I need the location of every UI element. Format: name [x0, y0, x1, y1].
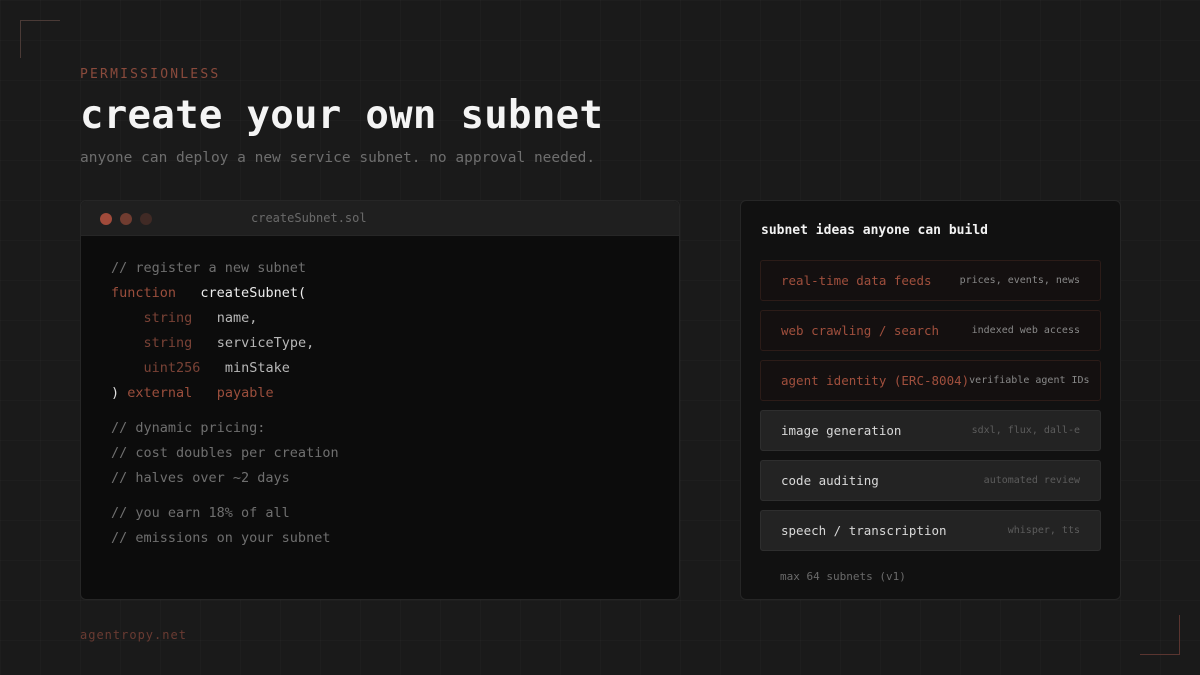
- window-maximize-dot[interactable]: [140, 213, 152, 225]
- code-line: // dynamic pricing:: [111, 416, 339, 441]
- idea-description: whisper, tts: [1007, 525, 1080, 536]
- corner-bracket-bottom-right: [1140, 615, 1180, 655]
- code-keyword: external: [127, 385, 193, 401]
- window-close-dot[interactable]: [100, 213, 112, 225]
- code-type: string: [143, 310, 193, 326]
- code-body: // register a new subnet function create…: [111, 256, 339, 551]
- code-type: uint256: [143, 360, 201, 376]
- code-comment: // you earn 18% of all: [111, 505, 290, 521]
- eyebrow-label: PERMISSIONLESS: [80, 67, 221, 82]
- code-comment: // emissions on your subnet: [111, 530, 331, 546]
- idea-name: real-time data feeds: [781, 273, 932, 288]
- idea-description: sdxl, flux, dall-e: [971, 425, 1080, 436]
- code-line: // halves over ~2 days: [111, 466, 339, 491]
- code-line: string name,: [111, 306, 339, 331]
- idea-name: speech / transcription: [781, 523, 947, 538]
- panel-title: subnet ideas anyone can build: [761, 223, 988, 238]
- idea-description: automated review: [983, 475, 1080, 486]
- code-param: serviceType,: [216, 335, 315, 351]
- idea-item-agent-identity: agent identity (ERC-8004) verifiable age…: [760, 360, 1101, 401]
- code-line: function createSubnet(: [111, 281, 339, 306]
- corner-bracket-top-left: [20, 20, 60, 58]
- code-file-name: createSubnet.sol: [251, 211, 367, 225]
- idea-description: indexed web access: [971, 325, 1080, 336]
- code-function-name: createSubnet(: [200, 285, 307, 301]
- code-line: string serviceType,: [111, 331, 339, 356]
- idea-name: image generation: [781, 423, 902, 438]
- idea-name: agent identity (ERC-8004): [781, 373, 970, 388]
- idea-item-code-auditing: code auditing automated review: [760, 460, 1101, 501]
- code-comment: // cost doubles per creation: [111, 445, 339, 461]
- code-keyword: payable: [216, 385, 274, 401]
- code-keyword: function: [111, 285, 177, 301]
- code-comment: // halves over ~2 days: [111, 470, 290, 486]
- idea-item-image-generation: image generation sdxl, flux, dall-e: [760, 410, 1101, 451]
- subnet-ideas-panel: subnet ideas anyone can build real-time …: [740, 200, 1121, 600]
- page-subtitle: anyone can deploy a new service subnet. …: [80, 150, 596, 166]
- panel-footer-note: max 64 subnets (v1): [780, 570, 906, 583]
- footer-url: agentropy.net: [80, 628, 187, 642]
- code-comment: // dynamic pricing:: [111, 420, 266, 436]
- code-comment: // register a new subnet: [111, 260, 307, 276]
- code-paren: ): [111, 385, 120, 401]
- code-window: createSubnet.sol // register a new subne…: [80, 200, 680, 600]
- code-param: name,: [216, 310, 258, 326]
- window-minimize-dot[interactable]: [120, 213, 132, 225]
- code-line: // cost doubles per creation: [111, 441, 339, 466]
- idea-description: verifiable agent IDs: [969, 375, 1090, 386]
- code-type: string: [143, 335, 193, 351]
- idea-item-speech-transcription: speech / transcription whisper, tts: [760, 510, 1101, 551]
- code-line: ) external payable: [111, 381, 339, 406]
- idea-description: prices, events, news: [959, 275, 1080, 286]
- idea-name: web crawling / search: [781, 323, 940, 338]
- page-title: create your own subnet: [80, 93, 604, 138]
- code-line: // you earn 18% of all: [111, 501, 339, 526]
- idea-item-real-time-data-feeds: real-time data feeds prices, events, new…: [760, 260, 1101, 301]
- idea-name: code auditing: [781, 473, 879, 488]
- code-param: minStake: [224, 360, 290, 376]
- code-line: // register a new subnet: [111, 256, 339, 281]
- code-window-titlebar: createSubnet.sol: [81, 201, 679, 236]
- code-line: // emissions on your subnet: [111, 526, 339, 551]
- idea-item-web-crawling: web crawling / search indexed web access: [760, 310, 1101, 351]
- code-line: uint256 minStake: [111, 356, 339, 381]
